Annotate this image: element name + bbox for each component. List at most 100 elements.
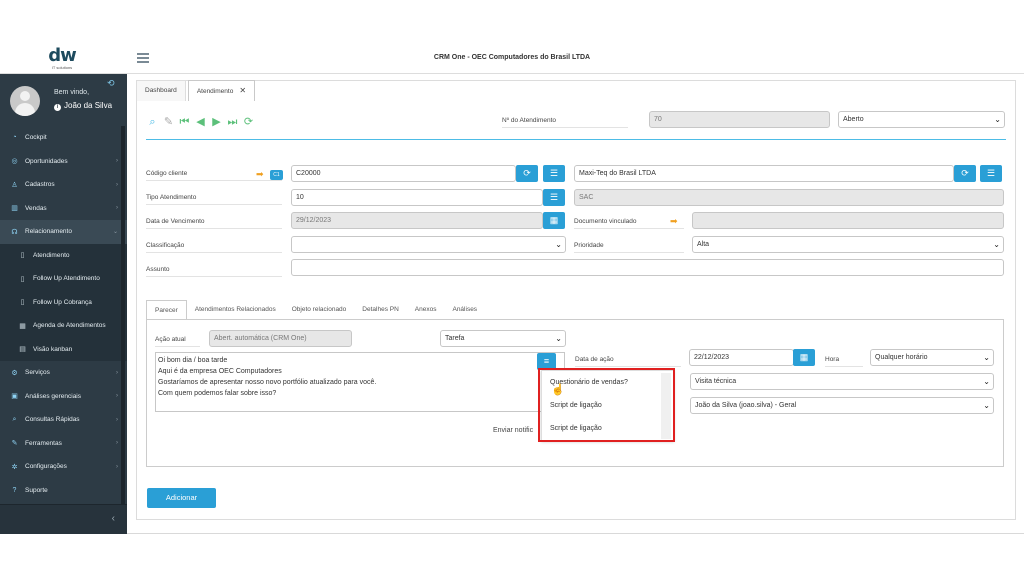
refresh-client-button[interactable]: ⟳ bbox=[516, 165, 538, 182]
tipo-acao-select[interactable]: Tarefa ⌄ bbox=[440, 330, 566, 347]
acao-atual-field: Abert. automática (CRM One) bbox=[209, 330, 352, 347]
previous-record-icon[interactable]: ◀ bbox=[194, 116, 207, 129]
hora-label: Hora bbox=[825, 356, 863, 367]
tab-dashboard[interactable]: Dashboard bbox=[136, 80, 186, 101]
prioridade-select[interactable]: Alta ⌄ bbox=[692, 236, 1004, 253]
classificacao-label: Classificação bbox=[146, 242, 282, 253]
arrow-right-icon[interactable]: ➡ bbox=[256, 169, 264, 180]
data-acao-label: Data de ação bbox=[575, 356, 681, 367]
sidebar-item-consultas-rapidas[interactable]: ⌕ Consultas Rápidas › bbox=[0, 408, 127, 432]
info-icon: i bbox=[54, 104, 61, 111]
list-client-button[interactable]: ☰ bbox=[543, 165, 565, 182]
status-select[interactable]: Aberto ⌄ bbox=[838, 111, 1005, 128]
sidebar-item-follow-up-cobranca[interactable]: ▯ Follow Up Cobrança bbox=[0, 290, 127, 314]
user-box: Bem vindo, i João da Silva ⟲ bbox=[0, 74, 127, 126]
chevron-right-icon: › bbox=[116, 393, 118, 400]
chevron-right-icon: › bbox=[116, 440, 118, 447]
top-bar: dw IT solutions CRM One - OEC Computador… bbox=[0, 44, 1024, 74]
cliente-nome-field[interactable]: Maxi-Teq do Brasil LTDA bbox=[574, 165, 954, 182]
sidebar-item-relacionamento[interactable]: ☊ Relacionamento ⌄ bbox=[0, 220, 127, 244]
user-name[interactable]: i João da Silva bbox=[54, 101, 112, 111]
tab-objeto-relacionado[interactable]: Objeto relacionado bbox=[284, 300, 355, 320]
file-icon: ▯ bbox=[20, 275, 25, 283]
close-icon[interactable]: ✕ bbox=[239, 86, 246, 95]
last-record-icon[interactable]: ⏭ bbox=[226, 116, 239, 129]
numero-atendimento-field: 70 bbox=[649, 111, 830, 128]
list-tipo-button[interactable]: ☰ bbox=[543, 189, 565, 206]
sidebar-item-visao-kanban[interactable]: ▤ Visão kanban bbox=[0, 337, 127, 361]
acao-atual-label: Ação atual bbox=[155, 336, 200, 347]
tab-atendimento[interactable]: Atendimento ✕ bbox=[187, 80, 256, 101]
adicionar-button[interactable]: Adicionar bbox=[147, 488, 216, 508]
chevron-down-icon: ⌄ bbox=[983, 401, 990, 410]
prioridade-label: Prioridade bbox=[574, 242, 684, 253]
columns-icon: ▤ bbox=[19, 346, 26, 354]
tab-anexos[interactable]: Anexos bbox=[407, 300, 445, 320]
sidebar-item-cadastros[interactable]: ♙ Cadastros › bbox=[0, 173, 127, 197]
sidebar-item-atendimento[interactable]: ▯ Atendimento bbox=[0, 243, 127, 267]
sidebar-item-follow-up-atendimento[interactable]: ▯ Follow Up Atendimento bbox=[0, 267, 127, 291]
bar-chart-icon: ▥ bbox=[11, 205, 18, 213]
tab-parecer[interactable]: Parecer bbox=[146, 300, 187, 320]
chevron-right-icon: › bbox=[116, 463, 118, 470]
sidebar-item-agenda-atendimentos[interactable]: ▦ Agenda de Atendimentos bbox=[0, 314, 127, 338]
wrench-icon: ✎ bbox=[11, 440, 18, 448]
documento-vinculado-field bbox=[692, 212, 1004, 229]
calendar-icon[interactable]: ▦ bbox=[543, 212, 565, 229]
tab-atendimentos-relacionados[interactable]: Atendimentos Relacionados bbox=[187, 300, 284, 320]
sidebar-item-servicos[interactable]: ⚙ Serviços › bbox=[0, 361, 127, 385]
chevron-right-icon: › bbox=[116, 205, 118, 212]
next-record-icon[interactable]: ▶ bbox=[210, 116, 223, 129]
atividade-select[interactable]: Visita técnica ⌄ bbox=[690, 373, 994, 390]
target-icon: ◎ bbox=[11, 158, 18, 166]
chevron-down-icon: ⌄ bbox=[555, 334, 562, 343]
highlight-box bbox=[538, 368, 675, 442]
calendar-icon[interactable]: ▦ bbox=[793, 349, 815, 366]
data-vencimento-label: Data de Vencimento bbox=[146, 218, 282, 229]
sidebar-item-vendas[interactable]: ▥ Vendas › bbox=[0, 197, 127, 221]
search-icon[interactable]: ⌕ bbox=[146, 116, 159, 129]
chevron-down-icon: ⌄ bbox=[555, 240, 562, 249]
hora-select[interactable]: Qualquer horário ⌄ bbox=[870, 349, 994, 366]
refresh-name-button[interactable]: ⟳ bbox=[954, 165, 976, 182]
gear-icon: ⚙ bbox=[11, 369, 18, 377]
tipo-atendimento-field[interactable]: 10 bbox=[291, 189, 543, 206]
responsavel-select[interactable]: João da Silva (joao.silva) - Geral ⌄ bbox=[690, 397, 994, 414]
chevron-down-icon: ⌄ bbox=[983, 353, 990, 362]
codigo-cliente-field[interactable]: C20000 bbox=[291, 165, 516, 182]
header-divider bbox=[146, 139, 1006, 140]
sidebar-scrollbar[interactable] bbox=[121, 126, 125, 526]
sidebar-item-analises-gerenciais[interactable]: ▣ Análises gerenciais › bbox=[0, 385, 127, 409]
assunto-label: Assunto bbox=[146, 266, 282, 277]
refresh-icon[interactable]: ⟲ bbox=[107, 78, 115, 89]
data-acao-field[interactable]: 22/12/2023 bbox=[689, 349, 794, 366]
tab-analises[interactable]: Análises bbox=[444, 300, 485, 320]
file-icon: ▯ bbox=[20, 252, 25, 260]
chevron-down-icon: ⌄ bbox=[112, 229, 118, 236]
assunto-field[interactable] bbox=[291, 259, 1004, 276]
record-toolbar: ⌕ ✎ ⏮ ◀ ▶ ⏭ ⟳ bbox=[146, 116, 255, 129]
user-icon: ♙ bbox=[11, 181, 18, 189]
c1-badge[interactable]: C1 bbox=[270, 170, 283, 180]
edit-icon[interactable]: ✎ bbox=[162, 116, 175, 129]
chevron-right-icon: › bbox=[116, 369, 118, 376]
list-name-button[interactable]: ☰ bbox=[980, 165, 1002, 182]
data-vencimento-field: 29/12/2023 bbox=[291, 212, 543, 229]
collapse-sidebar-icon[interactable]: ‹ bbox=[112, 513, 115, 524]
classificacao-select[interactable]: ⌄ bbox=[291, 236, 566, 253]
tab-detalhes-pn[interactable]: Detalhes PN bbox=[354, 300, 407, 320]
first-record-icon[interactable]: ⏮ bbox=[178, 116, 191, 129]
enviar-notificacao-label[interactable]: Enviar notific bbox=[493, 427, 533, 434]
sidebar-item-ferramentas[interactable]: ✎ Ferramentas › bbox=[0, 432, 127, 456]
sidebar-item-configuracoes[interactable]: ✲ Configurações › bbox=[0, 455, 127, 479]
cog-icon: ✲ bbox=[11, 463, 18, 471]
file-icon: ▯ bbox=[20, 299, 25, 307]
sidebar-item-suporte[interactable]: ? Suporte bbox=[0, 479, 127, 503]
app-title: CRM One - OEC Computadores do Brasil LTD… bbox=[433, 54, 591, 61]
sidebar-item-oportunidades[interactable]: ◎ Oportunidades › bbox=[0, 150, 127, 174]
refresh-icon[interactable]: ⟳ bbox=[242, 116, 255, 129]
sidebar-item-cockpit[interactable]: ◔ Cockpit bbox=[0, 126, 127, 150]
arrow-right-icon[interactable]: ➡ bbox=[670, 216, 678, 227]
avatar bbox=[10, 86, 40, 116]
parecer-textarea[interactable]: Oi bom dia / boa tarde Aqui é da empresa… bbox=[155, 352, 565, 412]
